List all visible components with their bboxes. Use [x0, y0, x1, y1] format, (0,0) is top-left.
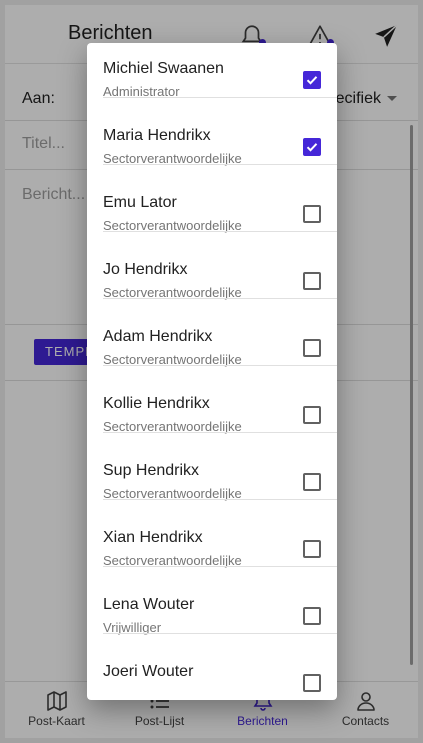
contact-checkbox[interactable] — [303, 674, 321, 692]
contact-item[interactable]: Xian Hendrikx Sectorverantwoordelijke — [87, 500, 337, 568]
contact-item[interactable]: Adam Hendrikx Sectorverantwoordelijke — [87, 299, 337, 367]
contact-item[interactable]: Michiel Swaanen Administrator — [87, 43, 337, 99]
contact-checkbox[interactable] — [303, 540, 321, 558]
contact-item[interactable]: Emu Lator Sectorverantwoordelijke — [87, 165, 337, 233]
contact-item[interactable]: Joeri Wouter — [87, 634, 337, 700]
contact-checkbox[interactable] — [303, 205, 321, 223]
contact-name: Adam Hendrikx — [103, 328, 213, 345]
contact-name: Lena Wouter — [103, 596, 195, 613]
contact-name: Kollie Hendrikx — [103, 395, 210, 412]
recipient-dialog: Michiel Swaanen Administrator Maria Hendri… — [87, 43, 337, 700]
contact-item[interactable]: Kollie Hendrikx Sectorverantwoordelijke — [87, 366, 337, 434]
contact-checkbox[interactable] — [303, 473, 321, 491]
contact-checkbox[interactable] — [303, 71, 321, 89]
contact-checkbox[interactable] — [303, 138, 321, 156]
check-icon — [306, 76, 318, 85]
contact-item[interactable]: Jo Hendrikx Sectorverantwoordelijke — [87, 232, 337, 300]
check-icon — [306, 143, 318, 152]
contact-checkbox[interactable] — [303, 272, 321, 290]
contact-name: Michiel Swaanen — [103, 60, 224, 77]
contact-name: Joeri Wouter — [103, 663, 194, 680]
contact-item[interactable]: Maria Hendrikx Sectorverantwoordelijke — [87, 98, 337, 166]
contact-name: Maria Hendrikx — [103, 127, 211, 144]
contact-checkbox[interactable] — [303, 339, 321, 357]
contact-name: Xian Hendrikx — [103, 529, 203, 546]
contact-name: Emu Lator — [103, 194, 177, 211]
contact-item[interactable]: Lena Wouter Vrijwilliger — [87, 567, 337, 635]
contact-name: Jo Hendrikx — [103, 261, 188, 278]
contact-item[interactable]: Sup Hendrikx Sectorverantwoordelijke — [87, 433, 337, 501]
contact-name: Sup Hendrikx — [103, 462, 200, 479]
contact-checkbox[interactable] — [303, 406, 321, 424]
contact-checkbox[interactable] — [303, 607, 321, 625]
